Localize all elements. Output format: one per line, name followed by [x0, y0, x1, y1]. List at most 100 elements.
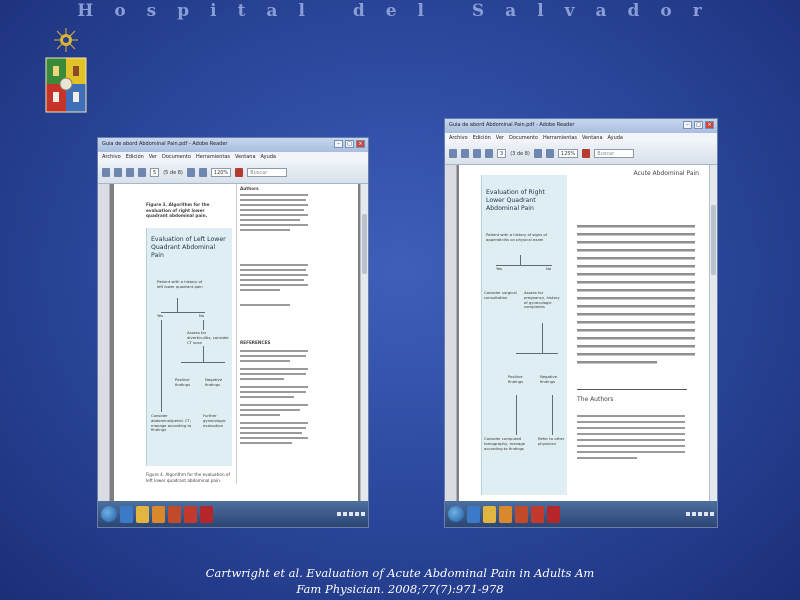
- right-scrollbar[interactable]: [709, 165, 717, 501]
- email-icon[interactable]: [114, 168, 122, 177]
- right-running-head: Acute Abdominal Pain: [633, 170, 699, 177]
- ie-icon[interactable]: [467, 505, 480, 523]
- right-node-assess: Assess for pregnancy, history of gynecol…: [524, 290, 564, 311]
- left-nav-panel[interactable]: [98, 184, 110, 501]
- right-node-refer: Refer to other physician: [538, 436, 566, 447]
- left-node-consider-ct: Consider abdominal/pelvic CT; manage acc…: [151, 413, 197, 434]
- right-node-negative: Negative findings: [540, 374, 564, 385]
- right-authors-text-graphic: [577, 415, 685, 459]
- right-authors-heading: The Authors: [577, 396, 614, 403]
- zoom-field[interactable]: 125%: [557, 149, 579, 158]
- left-window-title: Guia de abord Abdominal Pain.pdf - Adobe…: [102, 141, 228, 147]
- right-body-text-graphic: [577, 225, 695, 364]
- menu-edicion[interactable]: Edición: [473, 135, 491, 141]
- media-icon[interactable]: [152, 505, 165, 523]
- right-pdf-window: Guia de abord Abdominal Pain.pdf - Adobe…: [444, 118, 718, 528]
- right-taskbar: [445, 501, 717, 527]
- ie-icon[interactable]: [120, 505, 133, 523]
- minimize-icon[interactable]: –: [683, 121, 692, 129]
- left-scrollbar[interactable]: [360, 184, 368, 501]
- menu-ver[interactable]: Ver: [496, 135, 504, 141]
- page-number-field[interactable]: 3: [497, 149, 507, 158]
- next-page-icon[interactable]: [485, 149, 493, 158]
- right-node-yes: Yes: [496, 266, 503, 272]
- left-node-eval: Assess for diverticulitis; consider CT s…: [187, 330, 231, 346]
- page-number-field[interactable]: 5: [150, 168, 160, 177]
- left-taskbar: [98, 501, 368, 527]
- right-window-title: Guia de abord Abdominal Pain.pdf - Adobe…: [449, 122, 575, 128]
- left-authors-heading: Authors: [240, 186, 259, 191]
- left-references-heading: REFERENCES: [240, 340, 271, 345]
- close-icon[interactable]: ×: [705, 121, 714, 129]
- right-toolbar: 3 (3 de 8) 125% Buscar: [445, 143, 717, 165]
- menu-documento[interactable]: Documento: [162, 154, 191, 160]
- slide-caption: Cartwright et al. Evaluation of Acute Ab…: [0, 565, 800, 597]
- menu-ver[interactable]: Ver: [149, 154, 157, 160]
- hospital-crest-logo: [45, 28, 87, 113]
- left-window-titlebar: Guia de abord Abdominal Pain.pdf - Adobe…: [98, 138, 368, 152]
- menu-ventana[interactable]: Ventana: [582, 135, 603, 141]
- search-input[interactable]: Buscar: [247, 168, 288, 177]
- slide-header-title: Hospital del Salvador: [77, 1, 723, 21]
- left-node-no: No: [199, 313, 205, 319]
- print-icon[interactable]: [449, 149, 457, 158]
- right-menubar: Archivo Edición Ver Documento Herramient…: [445, 133, 717, 143]
- menu-documento[interactable]: Documento: [509, 135, 538, 141]
- start-button-icon[interactable]: [448, 506, 464, 522]
- minimize-icon[interactable]: –: [334, 140, 343, 148]
- right-document-page: Acute Abdominal Pain Evaluation of Right…: [459, 165, 709, 501]
- adobe-reader-icon[interactable]: [184, 505, 197, 523]
- maximize-icon[interactable]: □: [345, 140, 354, 148]
- next-page-icon[interactable]: [138, 168, 146, 177]
- left-toolbar: 5 (5 de 8) 120% Buscar: [98, 162, 368, 184]
- folder-icon[interactable]: [483, 505, 496, 523]
- acrobat-icon[interactable]: [547, 505, 560, 523]
- system-tray: [686, 512, 714, 516]
- right-document-area: Acute Abdominal Pain Evaluation of Right…: [445, 165, 717, 501]
- close-icon[interactable]: ×: [356, 140, 365, 148]
- page-total-label: (3 de 8): [510, 150, 530, 157]
- prev-page-icon[interactable]: [126, 168, 134, 177]
- page-total-label: (5 de 8): [163, 169, 183, 176]
- folder-icon[interactable]: [136, 505, 149, 523]
- adobe-reader-icon[interactable]: [531, 505, 544, 523]
- zoom-in-icon[interactable]: [198, 168, 207, 177]
- zoom-field[interactable]: 120%: [210, 168, 232, 177]
- caption-line-2: Fam Physician. 2008;77(7):971-978: [296, 582, 504, 596]
- firefox-icon[interactable]: [515, 505, 528, 523]
- right-node-no: No: [546, 266, 552, 272]
- page-view-icon[interactable]: [235, 168, 244, 177]
- media-icon[interactable]: [499, 505, 512, 523]
- left-figure-caption-bottom: Figure 4. Algorithm for the evaluation o…: [146, 472, 230, 483]
- search-input[interactable]: Buscar: [594, 149, 635, 158]
- zoom-out-icon[interactable]: [186, 168, 195, 177]
- start-button-icon[interactable]: [101, 506, 117, 522]
- menu-ayuda[interactable]: Ayuda: [261, 154, 276, 160]
- zoom-in-icon[interactable]: [545, 149, 554, 158]
- print-icon[interactable]: [102, 168, 110, 177]
- left-document-page: Figure 3. Algorithm for the evaluation o…: [114, 184, 358, 501]
- menu-herramientas[interactable]: Herramientas: [543, 135, 577, 141]
- left-node-yes: Yes: [157, 313, 164, 319]
- caption-line-1: Cartwright et al. Evaluation of Acute Ab…: [205, 566, 595, 580]
- system-tray: [337, 512, 365, 516]
- maximize-icon[interactable]: □: [694, 121, 703, 129]
- right-figure-title: Evaluation of Right Lower Quadrant Abdom…: [486, 189, 545, 212]
- acrobat-icon[interactable]: [200, 505, 213, 523]
- menu-ventana[interactable]: Ventana: [235, 154, 256, 160]
- left-document-area: Figure 3. Algorithm for the evaluation o…: [98, 184, 368, 501]
- menu-ayuda[interactable]: Ayuda: [608, 135, 623, 141]
- menu-edicion[interactable]: Edición: [126, 154, 144, 160]
- page-view-icon[interactable]: [582, 149, 591, 158]
- menu-archivo[interactable]: Archivo: [102, 154, 121, 160]
- menu-archivo[interactable]: Archivo: [449, 135, 468, 141]
- right-nav-panel[interactable]: [445, 165, 457, 501]
- left-menubar: Archivo Edición Ver Documento Herramient…: [98, 152, 368, 162]
- firefox-icon[interactable]: [168, 505, 181, 523]
- prev-page-icon[interactable]: [473, 149, 481, 158]
- left-node-further: Further gynecologic evaluation: [203, 413, 229, 429]
- menu-herramientas[interactable]: Herramientas: [196, 154, 230, 160]
- right-node-consider-surgery: Consider surgical consultation: [484, 290, 518, 301]
- zoom-out-icon[interactable]: [533, 149, 542, 158]
- email-icon[interactable]: [461, 149, 469, 158]
